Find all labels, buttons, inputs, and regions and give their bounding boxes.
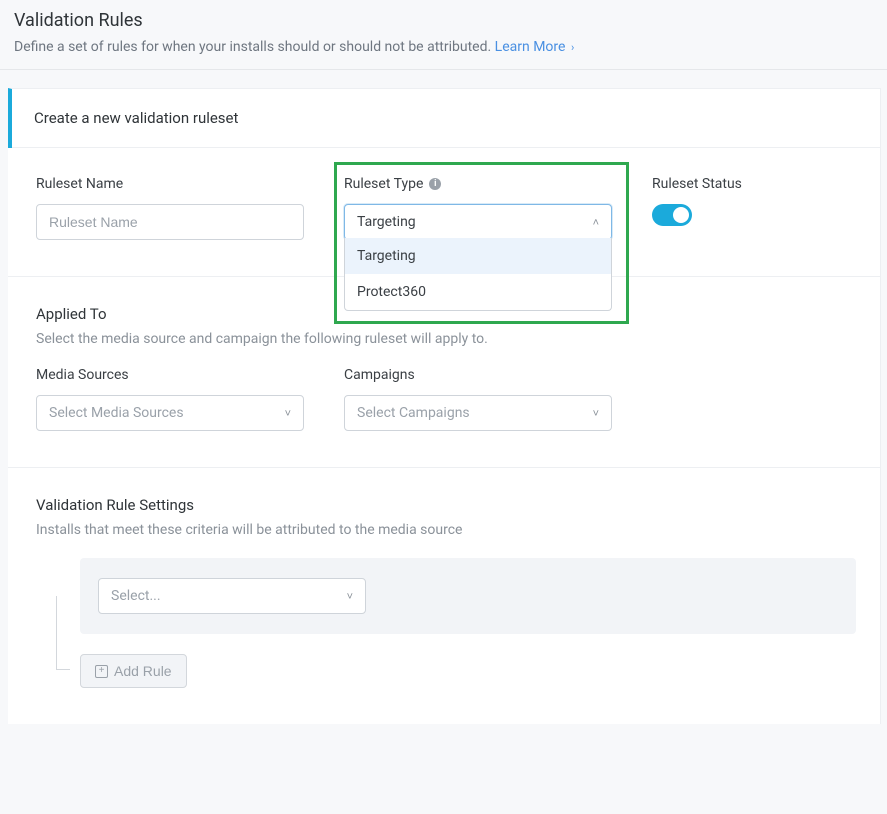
ruleset-name-label: Ruleset Name	[36, 176, 304, 192]
add-rule-label: Add Rule	[114, 663, 172, 679]
campaigns-field: Campaigns Select Campaigns ˅	[344, 367, 612, 431]
chevron-down-icon: ˅	[285, 407, 291, 420]
toggle-knob	[673, 207, 689, 223]
campaigns-select[interactable]: Select Campaigns ˅	[344, 395, 612, 431]
subtitle-text: Define a set of rules for when your inst…	[14, 39, 491, 55]
card-title: Create a new validation ruleset	[12, 89, 880, 148]
ruleset-type-option-protect360[interactable]: Protect360	[345, 274, 611, 310]
rule-area: Select... ˅ + Add Rule	[36, 558, 856, 688]
ruleset-status-toggle[interactable]	[652, 204, 692, 226]
media-sources-field: Media Sources Select Media Sources ˅	[36, 367, 304, 431]
ruleset-status-field: Ruleset Status	[652, 176, 742, 226]
rule-connector	[36, 558, 80, 688]
rule-stack: Select... ˅ + Add Rule	[80, 558, 856, 688]
ruleset-type-option-targeting[interactable]: Targeting	[345, 238, 611, 274]
learn-more-link[interactable]: Learn More ›	[495, 39, 575, 55]
ruleset-type-field: Ruleset Type i Targeting ˄ Targeting Pro…	[344, 176, 612, 240]
ruleset-type-value: Targeting	[357, 214, 416, 230]
chevron-up-icon: ˄	[593, 216, 599, 229]
media-sources-label: Media Sources	[36, 367, 304, 383]
page-header: Validation Rules Define a set of rules f…	[0, 0, 887, 70]
info-icon[interactable]: i	[429, 178, 441, 190]
connector-line	[56, 596, 70, 670]
ruleset-name-field: Ruleset Name	[36, 176, 304, 240]
ruleset-type-label: Ruleset Type i	[344, 176, 612, 192]
rule-select-placeholder: Select...	[111, 588, 161, 604]
media-sources-select[interactable]: Select Media Sources ˅	[36, 395, 304, 431]
chevron-down-icon: ˅	[347, 590, 353, 603]
page-subtitle: Define a set of rules for when your inst…	[14, 39, 873, 55]
ruleset-status-label: Ruleset Status	[652, 176, 742, 192]
ruleset-card: Create a new validation ruleset Ruleset …	[8, 88, 881, 724]
validation-settings-desc: Installs that meet these criteria will b…	[36, 522, 856, 538]
ruleset-type-select[interactable]: Targeting ˄	[344, 204, 612, 240]
campaigns-label: Campaigns	[344, 367, 612, 383]
rule-item: Select... ˅	[80, 558, 856, 634]
media-sources-placeholder: Select Media Sources	[49, 405, 184, 421]
ruleset-type-dropdown: Targeting Protect360	[344, 238, 612, 311]
learn-more-text: Learn More	[495, 39, 566, 55]
validation-settings-section: Validation Rule Settings Installs that m…	[8, 468, 880, 724]
chevron-down-icon: ˅	[593, 407, 599, 420]
ruleset-type-label-text: Ruleset Type	[344, 176, 423, 192]
ruleset-name-input[interactable]	[36, 204, 304, 240]
campaigns-placeholder: Select Campaigns	[357, 405, 470, 421]
rule-select[interactable]: Select... ˅	[98, 578, 366, 614]
applied-to-desc: Select the media source and campaign the…	[36, 331, 856, 347]
add-rule-button[interactable]: + Add Rule	[80, 654, 187, 688]
plus-icon: +	[95, 665, 108, 678]
validation-settings-title: Validation Rule Settings	[36, 496, 856, 514]
chevron-right-icon: ›	[571, 41, 574, 54]
ruleset-basics-section: Ruleset Name Ruleset Type i Targeting ˄ …	[8, 148, 880, 277]
page-title: Validation Rules	[14, 10, 873, 31]
